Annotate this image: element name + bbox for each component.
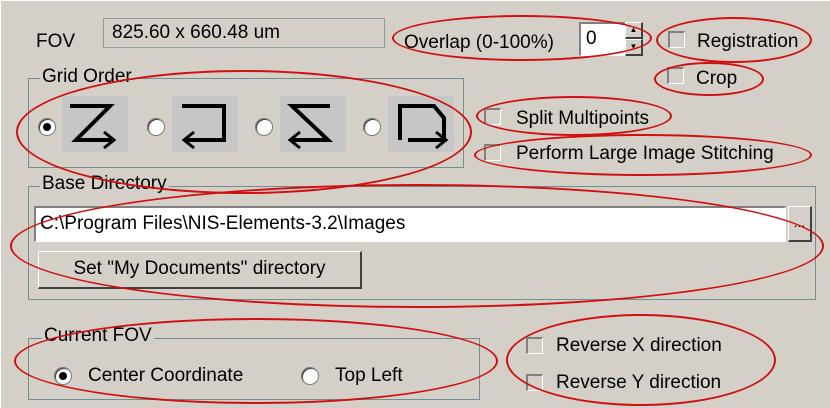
grid-order-snake-down-icon[interactable] <box>388 96 454 152</box>
grid-order-radio-snake-down[interactable] <box>363 118 381 136</box>
crop-checkbox[interactable] <box>667 67 684 84</box>
large-image-stitching-checkbox[interactable] <box>484 144 501 161</box>
fov-label: FOV <box>36 31 76 52</box>
browse-button[interactable]: ... <box>788 206 812 242</box>
overlap-label: Overlap (0-100%) <box>404 32 554 53</box>
grid-order-radio-reverse-z[interactable] <box>255 118 273 136</box>
center-coordinate-label: Center Coordinate <box>88 365 244 386</box>
top-left-radio[interactable] <box>301 367 319 385</box>
grid-order-radio-snake-return[interactable] <box>147 118 165 136</box>
overlap-input[interactable]: 0 <box>579 22 627 56</box>
overlap-value: 0 <box>586 28 597 49</box>
overlap-spin-down-button[interactable]: ▼ <box>625 39 643 56</box>
registration-checkbox[interactable] <box>668 31 685 48</box>
base-directory-legend: Base Directory <box>40 173 169 195</box>
crop-label: Crop <box>696 68 738 89</box>
overlap-spin-up-button[interactable]: ▲ <box>625 22 643 39</box>
reverse-y-label: Reverse Y direction <box>556 372 722 393</box>
grid-order-snake-return-icon[interactable] <box>172 96 238 152</box>
top-left-label: Top Left <box>335 365 403 386</box>
split-multipoints-checkbox[interactable] <box>484 108 501 125</box>
grid-order-legend: Grid Order <box>40 66 134 88</box>
split-multipoints-label: Split Multipoints <box>516 108 650 129</box>
fov-value: 825.60 x 660.48 um <box>112 22 280 43</box>
registration-label: Registration <box>697 31 799 52</box>
fov-value-field: 825.60 x 660.48 um <box>103 18 385 48</box>
grid-order-radio-z[interactable] <box>38 118 56 136</box>
set-my-documents-button[interactable]: Set "My Documents" directory <box>38 251 362 289</box>
center-coordinate-radio[interactable] <box>54 367 72 385</box>
base-directory-path-input[interactable]: C:\Program Files\NIS-Elements-3.2\Images <box>34 206 786 242</box>
reverse-x-checkbox[interactable] <box>526 337 543 354</box>
grid-order-z-icon[interactable] <box>62 96 128 152</box>
base-directory-path: C:\Program Files\NIS-Elements-3.2\Images <box>40 213 406 234</box>
current-fov-legend: Current FOV <box>42 325 154 347</box>
reverse-x-label: Reverse X direction <box>556 335 722 356</box>
grid-order-reverse-z-icon[interactable] <box>280 96 346 152</box>
large-image-stitching-label: Perform Large Image Stitching <box>516 143 774 164</box>
reverse-y-checkbox[interactable] <box>526 374 543 391</box>
